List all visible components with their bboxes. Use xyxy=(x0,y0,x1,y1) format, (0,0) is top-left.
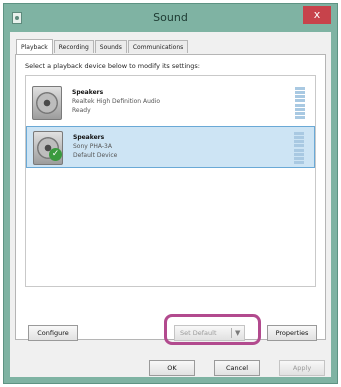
tab-playback[interactable]: Playback xyxy=(16,39,53,54)
tab-strip: Playback Recording Sounds Communications xyxy=(16,39,189,54)
cancel-button[interactable]: Cancel xyxy=(214,360,260,376)
instruction-text: Select a playback device below to modify… xyxy=(25,62,200,70)
properties-button[interactable]: Properties xyxy=(267,325,317,341)
device-item-realtek[interactable]: Speakers Realtek High Definition Audio R… xyxy=(26,82,315,124)
tab-recording[interactable]: Recording xyxy=(53,40,94,53)
playback-tab-panel: Select a playback device below to modify… xyxy=(15,54,326,340)
volume-level-meter xyxy=(295,87,305,119)
default-check-icon: ✓ xyxy=(49,148,62,161)
close-button[interactable]: x xyxy=(303,6,331,24)
ok-button[interactable]: OK xyxy=(149,360,195,376)
device-text: Speakers Realtek High Definition Audio R… xyxy=(72,88,160,115)
tab-sounds[interactable]: Sounds xyxy=(94,40,127,53)
device-list[interactable]: Speakers Realtek High Definition Audio R… xyxy=(25,75,316,287)
speaker-cone-graphic xyxy=(36,92,58,114)
tab-communications[interactable]: Communications xyxy=(127,40,189,53)
volume-level-meter xyxy=(294,132,304,164)
device-description: Sony PHA-3A xyxy=(73,143,112,150)
set-default-highlight-outline xyxy=(164,314,261,345)
device-name: Speakers xyxy=(72,89,104,96)
speaker-icon xyxy=(32,86,62,120)
configure-button[interactable]: Configure xyxy=(28,325,78,341)
device-description: Realtek High Definition Audio xyxy=(72,98,161,105)
device-text: Speakers Sony PHA-3A Default Device xyxy=(73,133,117,160)
device-name: Speakers xyxy=(73,134,105,141)
apply-button[interactable]: Apply xyxy=(279,360,325,376)
device-status: Default Device xyxy=(73,152,118,159)
device-status: Ready xyxy=(72,107,91,114)
device-item-sony[interactable]: ✓ Speakers Sony PHA-3A Default Device xyxy=(26,126,315,168)
window-title: Sound xyxy=(153,11,188,24)
title-bar[interactable]: Sound x xyxy=(4,4,337,34)
